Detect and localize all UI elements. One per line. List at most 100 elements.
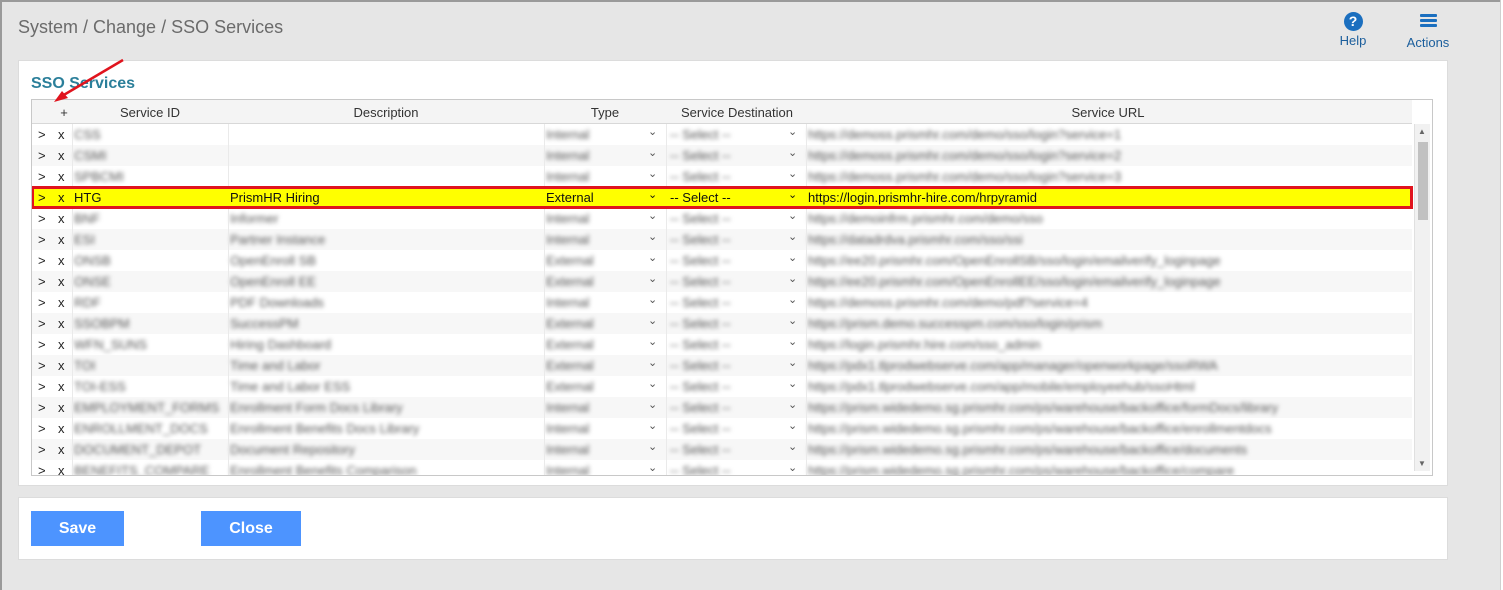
chevron-down-icon[interactable]: ⌄ [648,188,657,201]
close-button[interactable]: Close [201,511,301,546]
delete-row-button[interactable]: x [58,463,70,475]
expand-row-button[interactable]: > [38,190,52,205]
chevron-down-icon[interactable]: ⌄ [788,146,797,159]
service-id-cell[interactable]: TOI [74,358,226,373]
chevron-down-icon[interactable]: ⌄ [788,461,797,474]
destination-select[interactable]: -- Select -- [670,148,804,163]
actions-button[interactable]: Actions [1400,12,1456,50]
chevron-down-icon[interactable]: ⌄ [788,314,797,327]
service-id-cell[interactable]: TOI-ESS [74,379,226,394]
expand-row-button[interactable]: > [38,379,52,394]
save-button[interactable]: Save [31,511,124,546]
vertical-scrollbar[interactable]: ▲ ▼ [1414,124,1430,471]
service-id-cell[interactable]: BNF [74,211,226,226]
column-header-type[interactable]: Type [546,105,664,120]
expand-row-button[interactable]: > [38,253,52,268]
expand-row-button[interactable]: > [38,148,52,163]
type-select[interactable]: External [546,379,664,394]
chevron-down-icon[interactable]: ⌄ [788,419,797,432]
chevron-down-icon[interactable]: ⌄ [648,293,657,306]
chevron-down-icon[interactable]: ⌄ [788,230,797,243]
expand-row-button[interactable]: > [38,127,52,142]
destination-select[interactable]: -- Select -- [670,190,804,205]
service-id-cell[interactable]: HTG [74,190,226,205]
description-cell[interactable]: Hiring Dashboard [230,337,542,352]
destination-select[interactable]: -- Select -- [670,232,804,247]
type-select[interactable]: Internal [546,442,664,457]
delete-row-button[interactable]: x [58,190,70,205]
service-url-cell[interactable]: https://pdx1.tlprodwebserve.com/app/mana… [808,358,1408,373]
type-select[interactable]: Internal [546,211,664,226]
service-id-cell[interactable]: SPBCMI [74,169,226,184]
delete-row-button[interactable]: x [58,379,70,394]
expand-row-button[interactable]: > [38,442,52,457]
service-url-cell[interactable]: https://demoinfrm.prismhr.com/demo/sso [808,211,1408,226]
service-id-cell[interactable]: CSMI [74,148,226,163]
delete-row-button[interactable]: x [58,295,70,310]
table-row[interactable]: > x BENEFITS_COMPARE Enrollment Benefits Co… [32,460,1412,475]
chevron-down-icon[interactable]: ⌄ [788,335,797,348]
destination-select[interactable]: -- Select -- [670,127,804,142]
service-id-cell[interactable]: SSOBPM [74,316,226,331]
description-cell[interactable]: OpenEnroll SB [230,253,542,268]
delete-row-button[interactable]: x [58,358,70,373]
delete-row-button[interactable]: x [58,232,70,247]
help-button[interactable]: ? Help [1336,12,1370,48]
delete-row-button[interactable]: x [58,316,70,331]
type-select[interactable]: External [546,316,664,331]
delete-row-button[interactable]: x [58,169,70,184]
table-row-selected[interactable]: > x HTG PrismHR Hiring External ⌄ -- Select --… [32,186,1413,209]
delete-row-button[interactable]: x [58,127,70,142]
chevron-down-icon[interactable]: ⌄ [788,167,797,180]
description-cell[interactable]: Enrollment Form Docs Library [230,400,542,415]
service-url-cell[interactable]: https://demoss.prismhr.com/demo/sso/logi… [808,127,1408,142]
destination-select[interactable]: -- Select -- [670,421,804,436]
destination-select[interactable]: -- Select -- [670,211,804,226]
description-cell[interactable]: Enrollment Benefits Comparison [230,463,542,475]
column-header-service-destination[interactable]: Service Destination [668,105,806,120]
service-url-cell[interactable]: https://pdx1.tlprodwebserve.com/app/mobi… [808,379,1408,394]
description-cell[interactable]: Informer [230,211,542,226]
chevron-down-icon[interactable]: ⌄ [788,188,797,201]
table-row[interactable]: > x SPBCMI Internal ⌄ -- Select -- ⌄ https://de… [32,166,1412,187]
destination-select[interactable]: -- Select -- [670,358,804,373]
service-url-cell[interactable]: https://prism.widedemo.sg.prismhr.com/ps… [808,442,1408,457]
type-select[interactable]: Internal [546,295,664,310]
type-select[interactable]: Internal [546,421,664,436]
service-url-cell[interactable]: https://ee20.prismhr.com/OpenEnrollSB/ss… [808,253,1408,268]
expand-row-button[interactable]: > [38,421,52,436]
service-id-cell[interactable]: EMPLOYMENT_FORMS [74,400,226,415]
destination-select[interactable]: -- Select -- [670,253,804,268]
chevron-down-icon[interactable]: ⌄ [788,398,797,411]
service-id-cell[interactable]: ONSE [74,274,226,289]
chevron-down-icon[interactable]: ⌄ [648,314,657,327]
chevron-down-icon[interactable]: ⌄ [648,440,657,453]
service-id-cell[interactable]: BENEFITS_COMPARE [74,463,226,475]
expand-row-button[interactable]: > [38,295,52,310]
chevron-down-icon[interactable]: ⌄ [788,377,797,390]
description-cell[interactable]: PrismHR Hiring [230,190,542,205]
chevron-down-icon[interactable]: ⌄ [788,272,797,285]
service-url-cell[interactable]: https://demoss.prismhr.com/demo/sso/logi… [808,148,1408,163]
chevron-down-icon[interactable]: ⌄ [788,293,797,306]
service-id-cell[interactable]: ENROLLMENT_DOCS [74,421,226,436]
expand-row-button[interactable]: > [38,316,52,331]
description-cell[interactable]: OpenEnroll EE [230,274,542,289]
expand-row-button[interactable]: > [38,169,52,184]
description-cell[interactable]: Time and Labor [230,358,542,373]
service-url-cell[interactable]: https://login.prismhr.hire.com/sso_admin [808,337,1408,352]
destination-select[interactable]: -- Select -- [670,295,804,310]
description-cell[interactable]: PDF Downloads [230,295,542,310]
table-row[interactable]: > x BNF Informer Internal ⌄ -- Select -- ⌄ https… [32,208,1412,229]
service-url-cell[interactable]: https://demoss.prismhr.com/demo/sso/logi… [808,169,1408,184]
service-id-cell[interactable]: ESI [74,232,226,247]
chevron-down-icon[interactable]: ⌄ [648,356,657,369]
table-row[interactable]: > x SSOBPM SuccessPM External ⌄ -- Select -- ⌄ h… [32,313,1412,334]
chevron-down-icon[interactable]: ⌄ [648,335,657,348]
expand-row-button[interactable]: > [38,463,52,475]
table-row[interactable]: > x WFN_SUNS Hiring Dashboard External ⌄ -- Se… [32,334,1412,355]
service-id-cell[interactable]: WFN_SUNS [74,337,226,352]
scrollbar-thumb[interactable] [1418,142,1428,220]
table-row[interactable]: > x CSS Internal ⌄ -- Select -- ⌄ https://demos… [32,124,1412,145]
table-row[interactable]: > x CSMI Internal ⌄ -- Select -- ⌄ https://demo… [32,145,1412,166]
